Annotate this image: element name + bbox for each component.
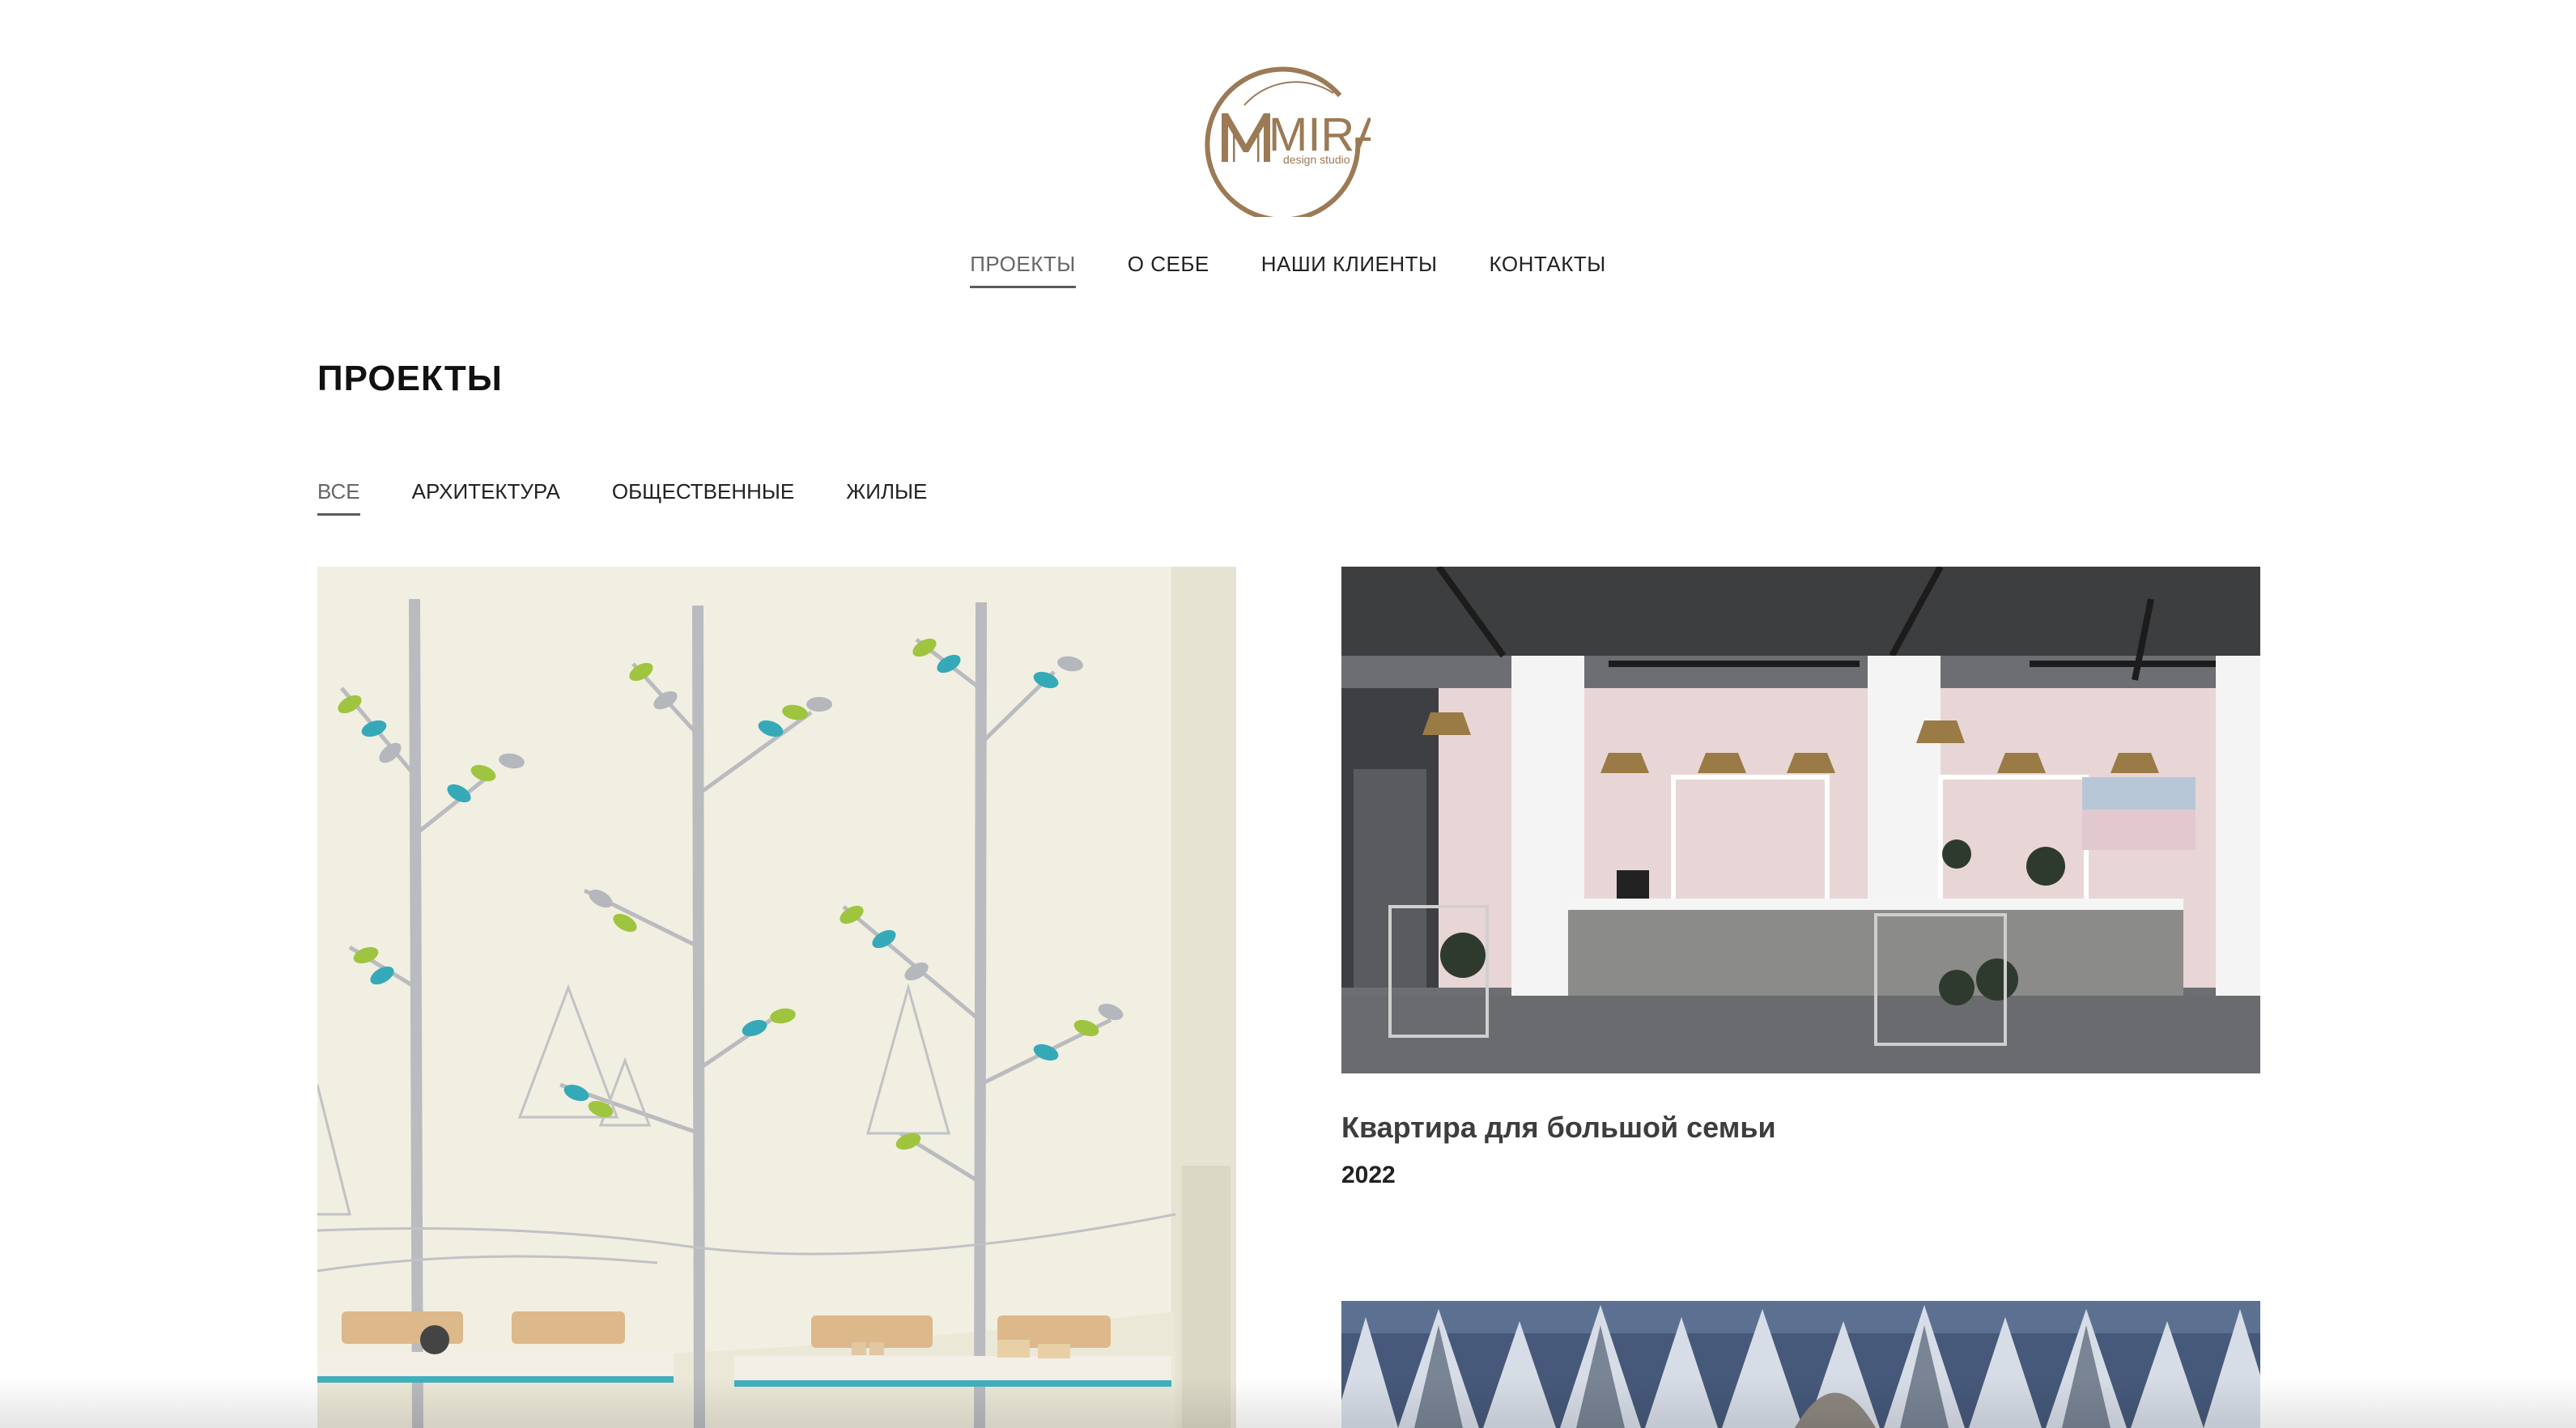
filter-residential[interactable]: ЖИЛЫЕ bbox=[846, 477, 927, 516]
brand-logo[interactable]: MIRA design studio bbox=[1204, 57, 1371, 217]
page-title: ПРОЕКТЫ bbox=[317, 359, 503, 398]
project-card-kindergarten[interactable] bbox=[317, 567, 1236, 1428]
main-nav: ПРОЕКТЫ О СЕБЕ НАШИ КЛИЕНТЫ КОНТАКТЫ bbox=[0, 249, 2576, 288]
nav-item-projects[interactable]: ПРОЕКТЫ bbox=[970, 249, 1076, 288]
project-card-family-apartment[interactable] bbox=[1341, 567, 2260, 1073]
cafe-interior-image bbox=[1341, 567, 2260, 1073]
filter-all[interactable]: ВСЕ bbox=[317, 477, 360, 516]
project-year: 2022 bbox=[1341, 1162, 1396, 1188]
project-title[interactable]: Квартира для большой семьи bbox=[1341, 1111, 1776, 1145]
filter-architecture[interactable]: АРХИТЕКТУРА bbox=[412, 477, 560, 516]
project-filters: ВСЕ АРХИТЕКТУРА ОБЩЕСТВЕННЫЕ ЖИЛЫЕ bbox=[317, 477, 927, 516]
filter-public[interactable]: ОБЩЕСТВЕННЫЕ bbox=[612, 477, 794, 516]
snowy-forest-dome-image bbox=[1341, 1301, 2260, 1428]
nav-item-about[interactable]: О СЕБЕ bbox=[1128, 249, 1209, 288]
nav-item-clients[interactable]: НАШИ КЛИЕНТЫ bbox=[1261, 249, 1438, 288]
project-card-forest-dome[interactable] bbox=[1341, 1301, 2260, 1428]
kindergarten-mural-image bbox=[317, 567, 1236, 1428]
logo-subtext: design studio bbox=[1283, 153, 1350, 166]
nav-item-contacts[interactable]: КОНТАКТЫ bbox=[1490, 249, 1606, 288]
